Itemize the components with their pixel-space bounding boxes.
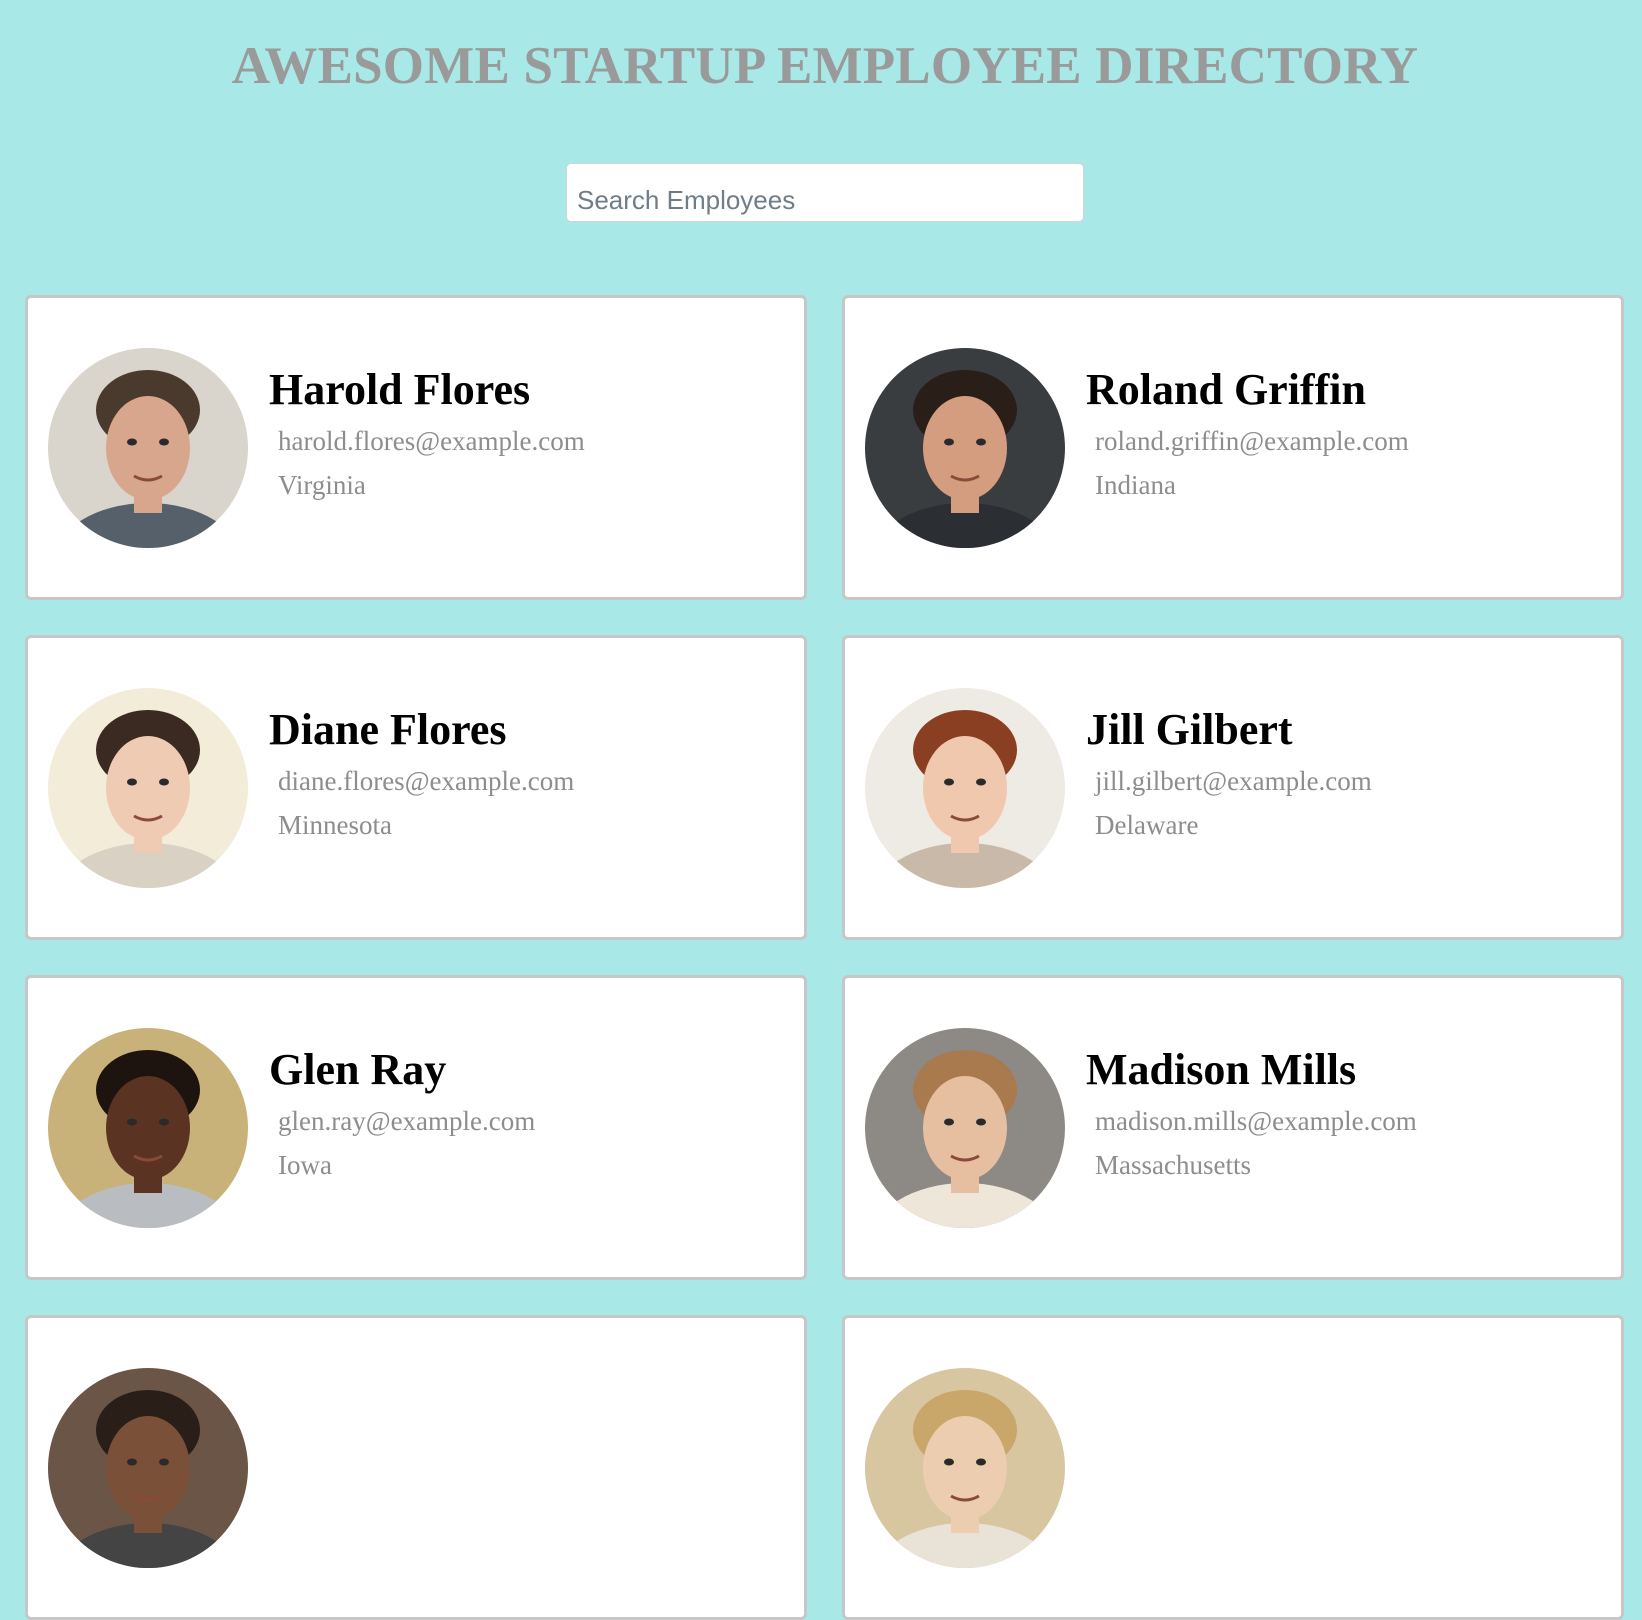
employee-email: madison.mills@example.com [1095, 1106, 1417, 1136]
employee-location: Indiana [1095, 470, 1176, 500]
employee-card[interactable] [25, 1315, 807, 1620]
employee-avatar [48, 688, 248, 888]
employee-name: Roland Griffin [1086, 365, 1366, 414]
employee-card[interactable]: Madison Mills madison.mills@example.com Ma… [842, 975, 1624, 1280]
employee-name: Jill Gilbert [1086, 705, 1293, 754]
employee-location: Delaware [1095, 810, 1199, 840]
employee-card[interactable]: Jill Gilbert jill.gilbert@example.com Dela… [842, 635, 1624, 940]
page-title: AWESOME STARTUP EMPLOYEE DIRECTORY [231, 37, 1419, 95]
employee-email: jill.gilbert@example.com [1095, 766, 1372, 796]
employee-location: Virginia [278, 470, 366, 500]
employee-avatar [48, 348, 248, 548]
employee-avatar [865, 1028, 1065, 1228]
employee-card[interactable]: Roland Griffin roland.griffin@example.com… [842, 295, 1624, 600]
employee-location: Iowa [278, 1150, 332, 1180]
employee-email: diane.flores@example.com [278, 766, 575, 796]
employee-name: Harold Flores [269, 365, 531, 414]
employee-email: roland.griffin@example.com [1095, 426, 1409, 456]
employee-name: Glen Ray [269, 1045, 447, 1094]
employee-card[interactable]: Harold Flores harold.flores@example.com Vi… [25, 295, 807, 600]
employee-card[interactable]: Diane Flores diane.flores@example.com Minn… [25, 635, 807, 940]
employee-email: glen.ray@example.com [278, 1106, 536, 1136]
search-input[interactable] [566, 163, 1084, 222]
employee-name: Diane Flores [269, 705, 507, 754]
employee-avatar [865, 348, 1065, 548]
employee-email: harold.flores@example.com [278, 426, 585, 456]
employee-avatar [48, 1368, 248, 1568]
employee-location: Minnesota [278, 810, 392, 840]
employee-avatar [865, 1368, 1065, 1568]
employee-location: Massachusetts [1095, 1150, 1251, 1180]
employee-card[interactable]: Glen Ray glen.ray@example.com Iowa [25, 975, 807, 1280]
employee-name: Madison Mills [1086, 1045, 1357, 1094]
employee-card[interactable] [842, 1315, 1624, 1620]
employee-avatar [48, 1028, 248, 1228]
employee-avatar [865, 688, 1065, 888]
